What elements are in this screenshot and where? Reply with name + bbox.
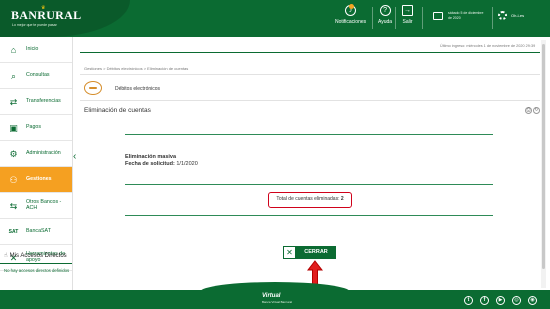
gear-icon: ⚙	[9, 149, 18, 159]
cash-icon: ▣	[9, 123, 18, 133]
instagram-icon[interactable]: ◎	[512, 296, 521, 305]
section-divider	[125, 134, 493, 135]
bank-icon: ⇆	[9, 201, 18, 211]
last-access-text: sábado 5 de diciembre de 2020	[448, 11, 484, 20]
sidebar-item-label: Gestiones	[26, 176, 52, 182]
header-divider	[395, 7, 396, 29]
total-deleted-label: Total de cuentas eliminadas:	[276, 196, 340, 202]
page-title: Eliminación de cuentas	[84, 107, 151, 114]
notifications-button[interactable]: ♪ Notificaciones	[335, 4, 367, 25]
house-icon: ⌂	[10, 45, 17, 55]
sidebar-item-label: Otros Bancos - ACH	[26, 199, 62, 211]
sidebar-collapse-chevron-icon[interactable]: ‹	[73, 152, 76, 162]
hand-pointer-icon: ☝	[4, 253, 8, 259]
sidebar-item-label: BancaSAT	[26, 228, 51, 234]
top-divider	[80, 52, 540, 53]
sat-icon: SAT	[8, 229, 19, 235]
sidebar-item-pagos[interactable]: ▣ Pagos	[0, 115, 72, 141]
logout-label: Salir	[402, 19, 413, 25]
youtube-icon[interactable]: ▶	[496, 296, 505, 305]
help-label: Ayuda	[378, 19, 393, 25]
header-divider	[492, 7, 493, 29]
top-header: ♛ BANRURAL Lo mejor que te puede pasar ♪…	[0, 0, 550, 37]
page-scrollbar[interactable]	[541, 40, 546, 288]
sidebar-item-transferencias[interactable]: ⇄ Transferencias	[0, 89, 72, 115]
request-date-value: 1/1/2020	[176, 161, 198, 167]
footer-logo: Virtual	[262, 293, 281, 299]
total-deleted-box: Total de cuentas eliminadas: 2	[268, 192, 352, 208]
close-button[interactable]: CERRAR	[296, 246, 336, 259]
sidebar-item-label: Transferencias	[26, 98, 61, 104]
help-button[interactable]: ? Ayuda	[378, 5, 392, 25]
scrollbar-thumb[interactable]	[542, 44, 545, 269]
mis-accesos-divider	[0, 263, 72, 264]
red-arrow-annotation	[307, 260, 323, 285]
section-divider	[125, 184, 493, 185]
sidebar-item-label: Administración	[26, 150, 61, 156]
twitter-icon[interactable]: t	[464, 296, 473, 305]
breadcrumb[interactable]: Gestiones > Débitos electrónicos > Elimi…	[84, 66, 188, 71]
mis-accesos-label: Mis Accesos Directos	[9, 253, 67, 259]
sidebar-item-administracion[interactable]: ⚙ Administración	[0, 141, 72, 167]
sidebar-item-bancasat[interactable]: SAT BancaSAT	[0, 219, 72, 245]
banrural-logo[interactable]: ♛ BANRURAL Lo mejor que te puede pasar	[8, 5, 96, 33]
logo-text: BANRURAL	[11, 8, 82, 22]
sidebar-item-gestiones[interactable]: ⚇ Gestiones	[0, 167, 72, 193]
header-divider	[422, 7, 423, 29]
footer-logo-sub: Banca Virtual Banrural	[262, 300, 292, 304]
request-date-label: Fecha de solicitud:	[125, 161, 175, 167]
refresh-icon[interactable]: ↻	[533, 107, 540, 114]
notification-badge	[349, 4, 354, 9]
sidebar-item-consultas[interactable]: ⌕ Consultas	[0, 63, 72, 89]
info-title: Eliminación masiva	[125, 154, 177, 160]
notifications-label: Notificaciones	[335, 19, 367, 25]
total-deleted-value: 2	[340, 196, 344, 202]
id-card-icon	[433, 12, 443, 20]
sidebar-item-inicio[interactable]: ⌂ Inicio	[0, 37, 72, 63]
sidebar-item-label: Inicio	[26, 46, 39, 52]
user-greeting: Oh-l-es	[511, 13, 525, 18]
sidebar-item-otros-bancos[interactable]: ⇆ Otros Bancos - ACH	[0, 193, 72, 219]
people-icon: ⚇	[9, 175, 18, 185]
logout-icon: →	[402, 5, 413, 16]
debit-card-icon	[84, 81, 102, 95]
module-divider	[80, 100, 540, 101]
settings-gear-icon[interactable]	[498, 11, 507, 20]
question-icon: ?	[379, 5, 391, 16]
sidebar-item-label: Consultas	[26, 72, 50, 78]
mis-accesos-title[interactable]: ☝ Mis Accesos Directos	[4, 252, 67, 259]
transfer-icon: ⇄	[9, 97, 18, 107]
logout-button[interactable]: → Salir	[402, 5, 413, 25]
module-title: Débitos electrónicos	[115, 86, 161, 92]
close-icon[interactable]: ✕	[283, 246, 296, 259]
header-divider	[372, 7, 373, 29]
sidebar-item-label: Pagos	[26, 124, 42, 130]
request-date: Fecha de solicitud: 1/1/2020	[125, 161, 198, 167]
section-divider	[125, 215, 493, 216]
mis-accesos-empty: No hay accesos directos definidos	[4, 268, 70, 273]
print-icon[interactable]: ⎙	[525, 107, 532, 114]
logo-slogan: Lo mejor que te puede pasar	[12, 23, 57, 27]
last-login-text: Último ingreso: miércoles 1 de noviembre…	[440, 44, 536, 48]
breadcrumb-divider	[80, 74, 540, 75]
whatsapp-icon[interactable]: ◉	[528, 296, 537, 305]
search-icon: ⌕	[10, 71, 17, 81]
facebook-icon[interactable]: f	[480, 296, 489, 305]
